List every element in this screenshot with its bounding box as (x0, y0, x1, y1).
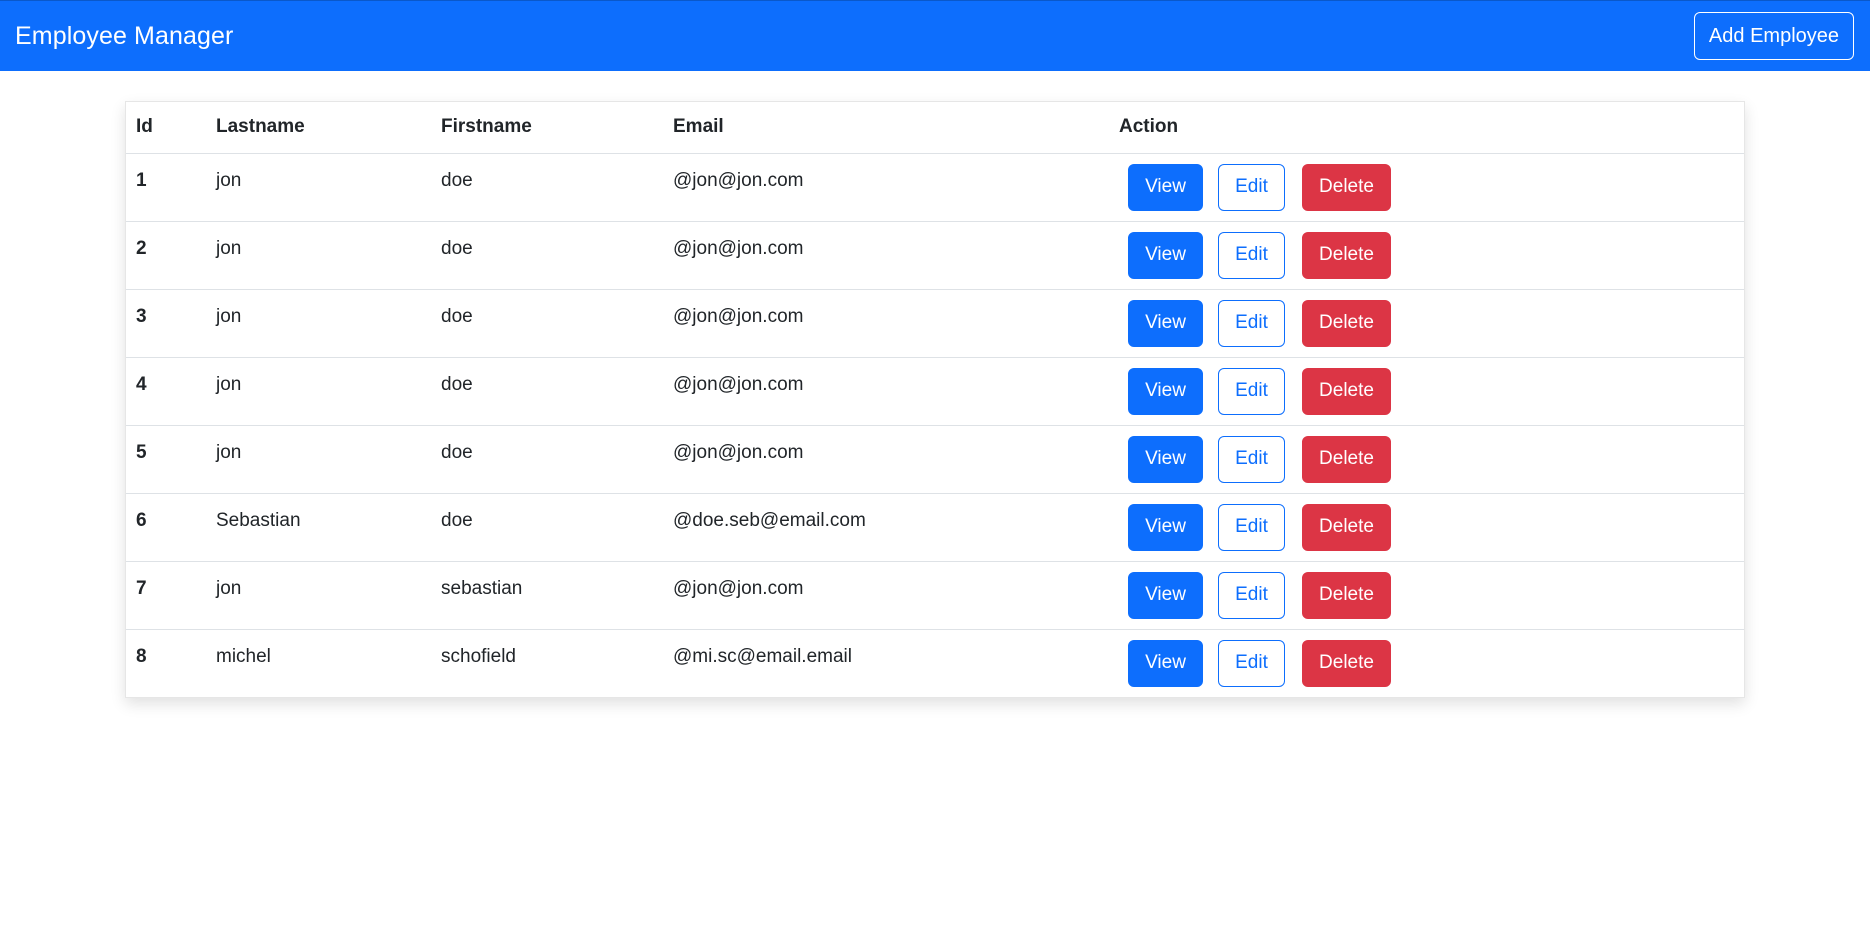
table-row: 1 jon doe @jon@jon.com View Edit Delete (126, 153, 1744, 222)
cell-lastname: jon (206, 221, 431, 290)
edit-button[interactable]: Edit (1218, 639, 1285, 687)
cell-id: 7 (126, 561, 206, 630)
cell-email: @jon@jon.com (663, 153, 1109, 222)
edit-button[interactable]: Edit (1218, 503, 1285, 551)
cell-firstname: doe (431, 357, 663, 426)
view-button[interactable]: View (1128, 299, 1203, 347)
edit-button[interactable]: Edit (1218, 571, 1285, 619)
cell-firstname: sebastian (431, 561, 663, 630)
cell-actions: View Edit Delete (1109, 153, 1744, 222)
edit-button[interactable]: Edit (1218, 163, 1285, 211)
cell-email: @jon@jon.com (663, 561, 1109, 630)
add-employee-button[interactable]: Add Employee (1693, 12, 1854, 60)
cell-lastname: jon (206, 357, 431, 426)
cell-firstname: doe (431, 493, 663, 562)
cell-actions: View Edit Delete (1109, 425, 1744, 494)
cell-lastname: michel (216, 645, 271, 667)
cell-actions: View Edit Delete (1109, 357, 1744, 426)
delete-button[interactable]: Delete (1302, 163, 1391, 211)
edit-button[interactable]: Edit (1218, 231, 1285, 279)
view-button[interactable]: View (1128, 367, 1203, 415)
cell-firstname: doe (431, 153, 663, 222)
table-row: 8 michel schofield @mi.sc@email.email View Ed… (126, 629, 1744, 697)
cell-lastname: Sebastian (206, 493, 431, 562)
cell-firstname: schofield (441, 645, 516, 667)
top-navbar: Employee Manager Add Employee (0, 0, 1870, 71)
cell-email: @doe.seb@email.com (663, 493, 1109, 562)
edit-button[interactable]: Edit (1218, 367, 1285, 415)
cell-id: 2 (126, 221, 206, 290)
table-row: 5 jon doe @jon@jon.com View Edit Delete (126, 425, 1744, 494)
table-body: 1 jon doe @jon@jon.com View Edit Delete 2 jon doe… (126, 153, 1744, 697)
delete-button[interactable]: Delete (1302, 299, 1391, 347)
view-button[interactable]: View (1128, 435, 1203, 483)
employee-table: Id Lastname Firstname Email Action 1 jon d… (126, 102, 1744, 697)
cell-actions: View Edit Delete (1109, 629, 1744, 697)
table-row: 2 jon doe @jon@jon.com View Edit Delete (126, 221, 1744, 290)
cell-lastname: jon (206, 153, 431, 222)
delete-button[interactable]: Delete (1302, 639, 1391, 687)
cell-actions: View Edit Delete (1109, 493, 1744, 562)
table-row: 6 Sebastian doe @doe.seb@email.com View Edit D… (126, 493, 1744, 562)
cell-email: @mi.sc@email.email (673, 645, 852, 667)
cell-email: @jon@jon.com (663, 357, 1109, 426)
delete-button[interactable]: Delete (1302, 571, 1391, 619)
table-row: 3 jon doe @jon@jon.com View Edit Delete (126, 289, 1744, 358)
cell-lastname: jon (206, 289, 431, 358)
cell-id: 1 (126, 153, 206, 222)
cell-firstname: doe (431, 289, 663, 358)
table-row: 4 jon doe @jon@jon.com View Edit Delete (126, 357, 1744, 426)
delete-button[interactable]: Delete (1302, 367, 1391, 415)
view-button[interactable]: View (1128, 639, 1203, 687)
table-row: 7 jon sebastian @jon@jon.com View Edit Delete (126, 561, 1744, 630)
cell-firstname: doe (431, 221, 663, 290)
cell-lastname: jon (206, 425, 431, 494)
cell-id: 6 (126, 493, 206, 562)
view-button[interactable]: View (1128, 231, 1203, 279)
cell-email: @jon@jon.com (663, 221, 1109, 290)
cell-actions: View Edit Delete (1109, 289, 1744, 358)
cell-email: @jon@jon.com (663, 289, 1109, 358)
view-button[interactable]: View (1128, 503, 1203, 551)
column-header-id: Id (126, 102, 206, 154)
cell-email: @jon@jon.com (663, 425, 1109, 494)
column-header-email: Email (663, 102, 1109, 154)
delete-button[interactable]: Delete (1302, 503, 1391, 551)
delete-button[interactable]: Delete (1302, 231, 1391, 279)
column-header-action: Action (1109, 102, 1744, 154)
cell-lastname: jon (206, 561, 431, 630)
edit-button[interactable]: Edit (1218, 299, 1285, 347)
column-header-firstname: Firstname (431, 102, 663, 154)
table-header: Id Lastname Firstname Email Action (126, 102, 1744, 154)
cell-id: 3 (126, 289, 206, 358)
column-header-lastname: Lastname (206, 102, 431, 154)
delete-button[interactable]: Delete (1302, 435, 1391, 483)
cell-actions: View Edit Delete (1109, 221, 1744, 290)
view-button[interactable]: View (1128, 571, 1203, 619)
view-button[interactable]: View (1128, 163, 1203, 211)
cell-firstname: doe (431, 425, 663, 494)
cell-actions: View Edit Delete (1109, 561, 1744, 630)
cell-id: 8 (136, 645, 147, 667)
cell-id: 5 (126, 425, 206, 494)
edit-button[interactable]: Edit (1218, 435, 1285, 483)
cell-id: 4 (126, 357, 206, 426)
employee-table-card: Id Lastname Firstname Email Action 1 jon d… (125, 101, 1745, 698)
app-brand[interactable]: Employee Manager (15, 22, 233, 51)
